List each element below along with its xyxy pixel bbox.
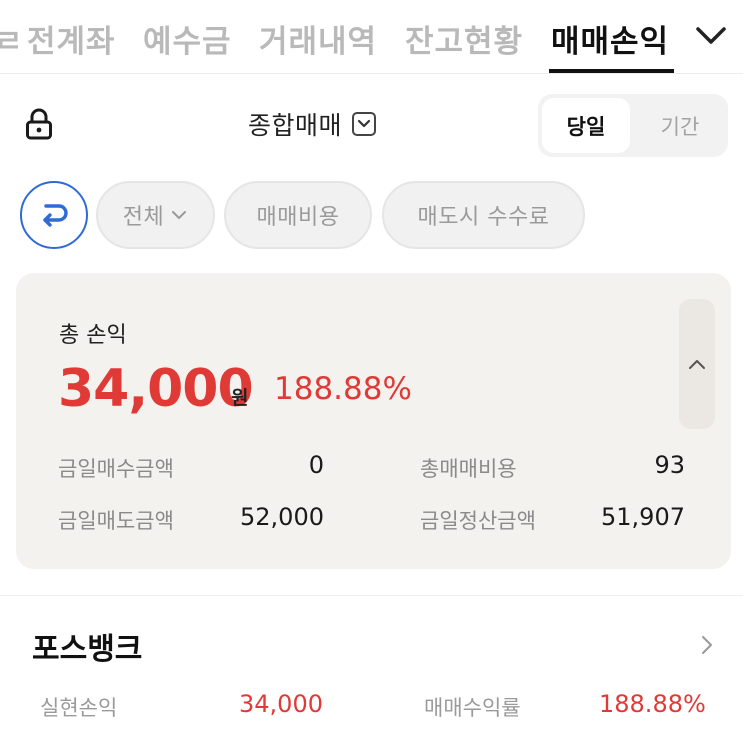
section-divider [0,595,743,596]
total-return-rate: 188.88% [274,371,412,407]
tab-trading-profit[interactable]: 매매손익 [551,16,669,61]
sell-today-value: 52,000 [240,503,324,531]
return-rate-value: 188.88% [599,690,706,718]
filter-chip-trading-cost[interactable]: 매매비용 [224,181,372,249]
profit-summary-card: 총 손익 34,000 원 188.88% 금일매수금액 0 총매매비용 93 … [16,273,731,569]
bank-name[interactable]: 포스뱅크 [32,624,142,668]
realized-profit-label: 실현손익 [40,696,118,720]
return-rate-label: 매매수익률 [424,696,521,720]
top-tab-bar: ㄹ 전계좌 예수금 거래내역 잔고현황 매매손익 [0,0,743,74]
buy-today-value: 0 [308,451,324,479]
active-tab-indicator [549,69,674,73]
tab-transactions[interactable]: 거래내역 [259,16,377,61]
period-option-today[interactable]: 당일 [542,98,630,153]
total-profit-amount: 34,000 [58,359,254,419]
tab-balance[interactable]: 잔고현황 [405,16,523,61]
refresh-icon [43,204,68,227]
total-profit-title: 총 손익 [59,323,127,348]
chevron-up-icon [689,360,705,369]
tab-deposit[interactable]: 예수금 [143,16,232,61]
chevron-down-icon[interactable] [694,20,728,50]
period-option-range[interactable]: 기간 [636,98,724,153]
account-type-select[interactable]: 종합매매 [248,106,377,142]
filter-chip-sell-fee[interactable]: 매도시 수수료 [382,181,585,249]
tab-all-accounts[interactable]: 전계좌 [27,16,116,61]
account-type-label: 종합매매 [248,111,343,140]
period-segmented-control: 당일 기간 [538,94,728,157]
sell-today-label: 금일매도금액 [58,509,174,533]
total-cost-label: 총매매비용 [420,457,517,481]
lock-icon[interactable] [24,108,54,140]
chevron-right-icon[interactable] [697,632,717,658]
settlement-label: 금일정산금액 [420,509,536,533]
chevron-down-icon [352,112,377,136]
chevron-down-icon [172,211,187,219]
filter-chip-all-label: 전체 [122,205,165,230]
buy-today-label: 금일매수금액 [58,457,174,481]
currency-unit: 원 [231,387,249,409]
realized-profit-value: 34,000 [239,690,323,718]
refresh-button[interactable] [20,181,88,249]
settlement-value: 51,907 [601,503,685,531]
filter-chip-all[interactable]: 전체 [96,181,215,249]
collapse-button[interactable] [679,299,715,429]
tab-partial-left[interactable]: ㄹ [0,16,23,61]
total-cost-value: 93 [654,451,685,479]
